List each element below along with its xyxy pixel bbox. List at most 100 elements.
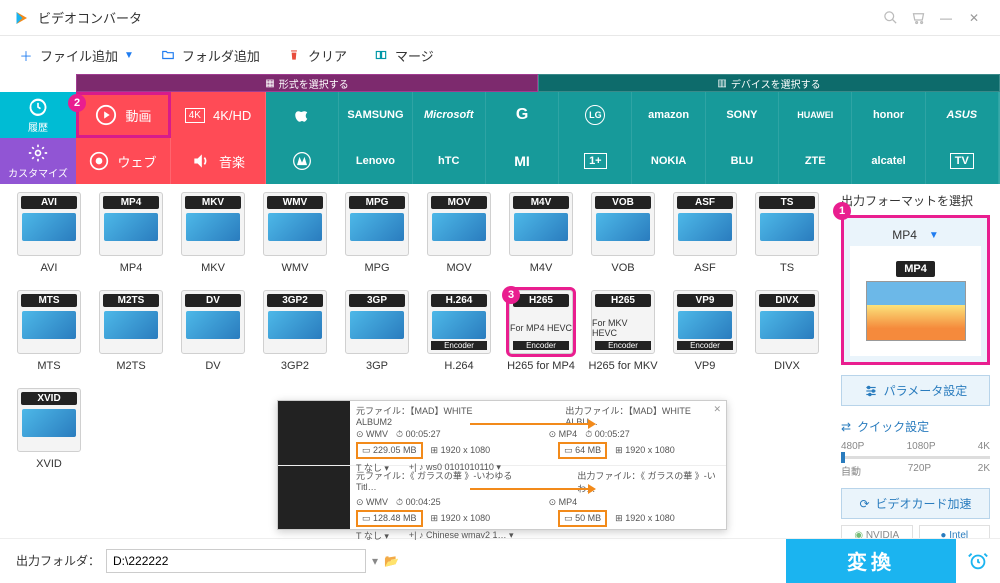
motorola-icon: [292, 151, 312, 171]
add-folder-button[interactable]: フォルダ追加: [160, 46, 260, 65]
step-badge-2: 2: [68, 94, 86, 112]
cart-icon[interactable]: [904, 4, 932, 32]
convert-button[interactable]: 変換: [786, 539, 956, 583]
format-3gp[interactable]: 3GP3GP: [338, 290, 416, 386]
format-mkv[interactable]: MKVMKV: [174, 192, 252, 288]
gear-icon: [28, 143, 48, 163]
nav-history[interactable]: 履歴: [0, 92, 76, 138]
merge-icon: [373, 47, 389, 63]
brand-google[interactable]: G: [486, 92, 559, 138]
brand-lg[interactable]: LG: [559, 92, 632, 138]
cat-video[interactable]: 動画: [76, 92, 171, 138]
cat-audio[interactable]: 音楽: [171, 138, 266, 184]
brand-tv[interactable]: TV: [926, 138, 999, 184]
gpu-icon: ⟳: [859, 497, 869, 511]
output-folder-label: 出力フォルダ：: [16, 552, 100, 569]
size-out-box: ▭ 50 MB: [558, 510, 607, 527]
output-format-selector[interactable]: MP4 ▼: [850, 224, 981, 246]
bottom-bar: 出力フォルダ： ▾ 📂 変換: [0, 538, 1000, 582]
tab-device[interactable]: ▥デバイスを選択する: [538, 74, 1000, 92]
play-icon: [95, 104, 117, 126]
gpu-accel-button[interactable]: ⟳ ビデオカード加速: [841, 488, 990, 519]
brand-alcatel[interactable]: alcatel: [852, 138, 925, 184]
4k-icon: 4K: [185, 108, 205, 123]
format-h.264[interactable]: H.264EncoderH.264: [420, 290, 498, 386]
brand-zte[interactable]: ZTE: [779, 138, 852, 184]
folder-icon: [160, 47, 176, 63]
resolution-slider[interactable]: [841, 456, 990, 459]
add-folder-label: フォルダ追加: [182, 46, 260, 65]
size-in-box: ▭ 128.48 MB: [356, 510, 423, 527]
quick-settings: ⇄クイック設定 480P1080P4K 自動720P2K: [841, 418, 990, 478]
format-mpg[interactable]: MPGMPG: [338, 192, 416, 288]
brand-apple[interactable]: [266, 92, 339, 138]
clear-label: クリア: [308, 46, 347, 65]
format-m4v[interactable]: M4VM4V: [502, 192, 580, 288]
brand-amazon[interactable]: amazon: [632, 92, 705, 138]
brand-motorola[interactable]: [266, 138, 339, 184]
titlebar: ビデオコンバータ — ✕: [0, 0, 1000, 36]
overlay-thumbnail: [278, 401, 350, 465]
chevron-down-icon[interactable]: ▾: [372, 554, 378, 568]
brand-xiaomi[interactable]: MI: [486, 138, 559, 184]
chevron-down-icon: ▼: [124, 50, 134, 61]
conversion-detail-overlay: ✕ 元ファイル：【MAD】WHITE ALBUM2 出力ファイル：【MAD】WH…: [277, 400, 727, 530]
brand-huawei[interactable]: HUAWEI: [779, 92, 852, 138]
format-xvid[interactable]: XVIDXVID: [10, 388, 88, 484]
resolution-labels-bottom: 自動720P2K: [841, 463, 990, 478]
minimize-icon[interactable]: —: [932, 4, 960, 32]
format-m2ts[interactable]: M2TSM2TS: [92, 290, 170, 386]
tab-device-icon: ▥: [717, 78, 726, 89]
format-ts[interactable]: TSTS: [748, 192, 826, 288]
brand-row-2: Lenovo hTC MI 1+ NOKIA BLU ZTE alcatel T…: [266, 138, 1000, 184]
format-h265-for-mp4[interactable]: H265For MP4 HEVCEncoderH265 for MP4: [502, 290, 580, 386]
format-vp9[interactable]: VP9EncoderVP9: [666, 290, 744, 386]
brand-samsung[interactable]: SAMSUNG: [339, 92, 412, 138]
format-h265-for-mkv[interactable]: H265For MKV HEVCEncoderH265 for MKV: [584, 290, 662, 386]
format-avi[interactable]: AVIAVI: [10, 192, 88, 288]
folder-open-icon[interactable]: 📂: [384, 554, 399, 568]
arrow-icon: [470, 488, 590, 490]
format-dv[interactable]: DVDV: [174, 290, 252, 386]
brand-blu[interactable]: BLU: [706, 138, 779, 184]
tab-format[interactable]: ▦形式を選択する: [76, 74, 538, 92]
brand-oneplus[interactable]: 1+: [559, 138, 632, 184]
brand-honor[interactable]: honor: [852, 92, 925, 138]
format-vob[interactable]: VOBVOB: [584, 192, 662, 288]
apple-icon: [293, 106, 311, 124]
output-folder-input[interactable]: [106, 549, 366, 573]
format-mts[interactable]: MTSMTS: [10, 290, 88, 386]
app-logo-icon: [12, 9, 30, 27]
alarm-icon[interactable]: [956, 539, 1000, 583]
brand-microsoft[interactable]: Microsoft: [413, 92, 486, 138]
close-icon[interactable]: ✕: [960, 4, 988, 32]
clear-button[interactable]: クリア: [286, 46, 347, 65]
merge-label: マージ: [395, 46, 434, 65]
plus-icon: ＋: [18, 47, 34, 63]
overlay-row-1: 元ファイル：【MAD】WHITE ALBUM2 出力ファイル：【MAD】WHIT…: [278, 401, 726, 465]
brand-asus[interactable]: ASUS: [926, 92, 999, 138]
category-rows: 動画 4K 4K/HD SAMSUNG Microsoft G LG amazo…: [76, 92, 1000, 184]
nav-customize[interactable]: カスタマイズ: [0, 138, 76, 184]
format-3gp2[interactable]: 3GP23GP2: [256, 290, 334, 386]
brand-lenovo[interactable]: Lenovo: [339, 138, 412, 184]
quick-settings-title: ⇄クイック設定: [841, 418, 990, 435]
cat-web[interactable]: ウェブ: [76, 138, 171, 184]
parameter-settings-button[interactable]: パラメータ設定: [841, 375, 990, 406]
add-file-button[interactable]: ＋ ファイル追加 ▼: [18, 46, 134, 65]
brand-nokia[interactable]: NOKIA: [632, 138, 705, 184]
format-asf[interactable]: ASFASF: [666, 192, 744, 288]
format-wmv[interactable]: WMVWMV: [256, 192, 334, 288]
format-mp4[interactable]: MP4MP4: [92, 192, 170, 288]
format-divx[interactable]: DIVXDIVX: [748, 290, 826, 386]
output-format-box: MP4 ▼ MP4: [841, 215, 990, 365]
cat-4k[interactable]: 4K 4K/HD: [171, 92, 266, 138]
right-panel: 1 出力フォーマットを選択 MP4 ▼ MP4 パラメータ設定 ⇄クイック設定 …: [835, 184, 1000, 520]
right-title: 出力フォーマットを選択: [841, 192, 990, 209]
search-icon[interactable]: [876, 4, 904, 32]
format-mov[interactable]: MOVMOV: [420, 192, 498, 288]
merge-button[interactable]: マージ: [373, 46, 434, 65]
size-in-box: ▭ 229.05 MB: [356, 442, 423, 459]
brand-htc[interactable]: hTC: [413, 138, 486, 184]
brand-sony[interactable]: SONY: [706, 92, 779, 138]
